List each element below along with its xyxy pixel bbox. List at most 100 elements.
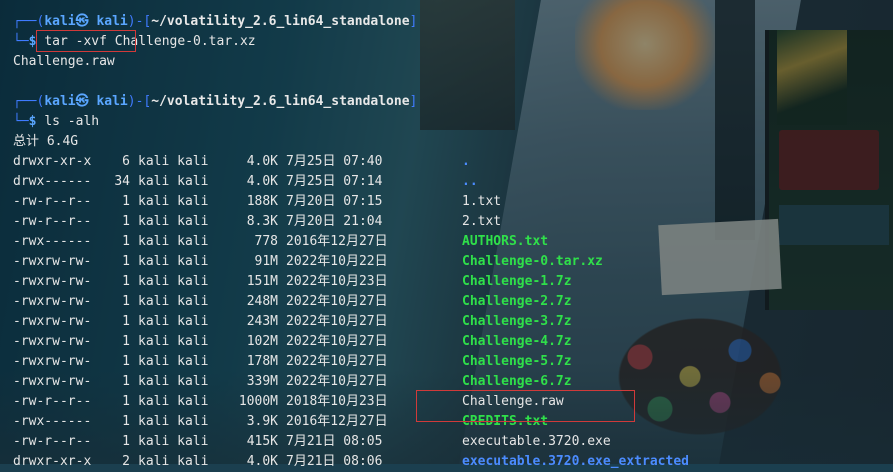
file-name: Challenge-1.7z <box>462 274 572 289</box>
owner-group: kali kali <box>138 454 209 469</box>
file-name: Challenge-3.7z <box>462 314 572 329</box>
prompt-header-2: ┌──(kali㉿ kali)-[~/volatility_2.6_lin64_… <box>13 92 417 112</box>
prompt-frame-mid: )-[ <box>127 94 152 109</box>
file-size: 778 <box>254 234 278 249</box>
file-name: . <box>462 154 470 169</box>
listing-row: -rwxrw-rw- 1 kali kali 102M 2022年10月27日 Chall… <box>13 332 572 352</box>
permissions: -rw-r--r-- <box>13 434 92 449</box>
prompt-path: ~/volatility_2.6_lin64_standalone <box>151 14 410 29</box>
listing-row: drwxr-xr-x 2 kali kali 4.0K 7月21日 08:06 execu… <box>13 452 689 472</box>
link-count: 6 <box>122 154 130 169</box>
owner-group: kali kali <box>138 434 209 449</box>
modified-date: 7月20日 21:04 <box>286 214 383 229</box>
listing-row: -rw-r--r-- 1 kali kali 188K 7月20日 07:15 1.txt <box>13 192 501 212</box>
file-size: 3.9K <box>246 414 278 429</box>
owner-group: kali kali <box>138 174 209 189</box>
link-count: 1 <box>122 234 130 249</box>
owner-group: kali kali <box>138 194 209 209</box>
owner-group: kali kali <box>138 334 209 349</box>
prompt-command-line-2[interactable]: └─$ ls -alh <box>13 112 99 132</box>
listing-row: -rwxrw-rw- 1 kali kali 339M 2022年10月27日 Chall… <box>13 372 572 392</box>
modified-date: 2022年10月27日 <box>286 334 388 349</box>
permissions: drwxr-xr-x <box>13 454 92 469</box>
file-size: 339M <box>246 374 278 389</box>
permissions: -rwxrw-rw- <box>13 254 92 269</box>
listing-row: -rwxrw-rw- 1 kali kali 248M 2022年10月27日 Chall… <box>13 292 572 312</box>
file-name: Challenge-0.tar.xz <box>462 254 603 269</box>
permissions: -rw-r--r-- <box>13 214 92 229</box>
file-size: 4.0K <box>246 174 278 189</box>
file-name: Challenge-2.7z <box>462 294 572 309</box>
modified-date: 7月20日 07:15 <box>286 194 383 209</box>
link-count: 1 <box>122 214 130 229</box>
owner-group: kali kali <box>138 394 209 409</box>
link-count: 1 <box>122 374 130 389</box>
owner-group: kali kali <box>138 154 209 169</box>
link-count: 1 <box>122 194 130 209</box>
file-size: 188K <box>246 194 278 209</box>
file-name: Challenge-4.7z <box>462 334 572 349</box>
file-size: 248M <box>246 294 278 309</box>
modified-date: 7月21日 08:05 <box>286 434 383 449</box>
link-count: 1 <box>122 394 130 409</box>
listing-row: drwxr-xr-x 6 kali kali 4.0K 7月25日 07:40. <box>13 152 470 172</box>
prompt-frame-end: ] <box>409 94 418 109</box>
listing-row: drwx------ 34 kali kali 4.0K 7月25日 07:14.. <box>13 172 478 192</box>
prompt-header-1: ┌──(kali㉿ kali)-[~/volatility_2.6_lin64_… <box>13 12 417 32</box>
owner-group: kali kali <box>138 274 209 289</box>
modified-date: 2022年10月27日 <box>286 354 388 369</box>
link-count: 1 <box>122 294 130 309</box>
prompt-frame-end: ] <box>409 14 418 29</box>
listing-row: -rwxrw-rw- 1 kali kali 91M 2022年10月22日 Challe… <box>13 252 603 272</box>
modified-date: 7月21日 08:06 <box>286 454 383 469</box>
link-count: 1 <box>122 354 130 369</box>
modified-date: 2022年10月27日 <box>286 314 388 329</box>
terminal-window[interactable]: ┌──(kali㉿ kali)-[~/volatility_2.6_lin64_… <box>0 0 893 469</box>
file-name: Challenge-6.7z <box>462 374 572 389</box>
owner-group: kali kali <box>138 214 209 229</box>
modified-date: 2022年10月22日 <box>286 254 388 269</box>
modified-date: 7月25日 07:14 <box>286 174 383 189</box>
file-size: 1000M <box>238 394 278 409</box>
prompt-frame-top: ┌──( <box>13 14 45 29</box>
permissions: -rwxrw-rw- <box>13 334 92 349</box>
command-text: ls -alh <box>44 114 100 129</box>
file-name: executable.3720.exe_extracted <box>462 454 689 469</box>
modified-date: 7月25日 07:40 <box>286 154 383 169</box>
permissions: -rwxrw-rw- <box>13 274 92 289</box>
prompt-frame-top: ┌──( <box>13 94 45 109</box>
link-count: 1 <box>122 414 130 429</box>
permissions: -rwxrw-rw- <box>13 314 92 329</box>
link-count: 1 <box>122 434 130 449</box>
listing-row: -rwxrw-rw- 1 kali kali 151M 2022年10月23日 Chall… <box>13 272 572 292</box>
link-count: 1 <box>122 334 130 349</box>
permissions: -rwxrw-rw- <box>13 294 92 309</box>
highlight-box-command <box>36 30 136 52</box>
file-size: 102M <box>246 334 278 349</box>
file-size: 151M <box>246 274 278 289</box>
permissions: drwxr-xr-x <box>13 154 92 169</box>
listing-row: -rwx------ 1 kali kali 778 2016年12月27日 AUTHOR… <box>13 232 548 252</box>
owner-group: kali kali <box>138 374 209 389</box>
permissions: -rw-r--r-- <box>13 194 92 209</box>
listing-row: -rw-r--r-- 1 kali kali 415K 7月21日 08:05 execu… <box>13 432 611 452</box>
permissions: drwx------ <box>13 174 92 189</box>
link-count: 1 <box>122 254 130 269</box>
listing-row: -rw-r--r-- 1 kali kali 8.3K 7月20日 21:04 2.txt <box>13 212 501 232</box>
command-output-1: Challenge.raw <box>13 54 115 69</box>
link-count: 2 <box>122 454 130 469</box>
modified-date: 2022年10月27日 <box>286 294 388 309</box>
modified-date: 2022年10月27日 <box>286 374 388 389</box>
owner-group: kali kali <box>138 414 209 429</box>
permissions: -rwx------ <box>13 234 92 249</box>
file-size: 4.0K <box>246 154 278 169</box>
file-name: 2.txt <box>462 214 502 229</box>
file-name: Challenge-5.7z <box>462 354 572 369</box>
prompt-dollar: $ <box>28 114 45 129</box>
owner-group: kali kali <box>138 314 209 329</box>
modified-date: 2022年10月23日 <box>286 274 388 289</box>
link-count: 1 <box>122 314 130 329</box>
link-count: 34 <box>114 174 130 189</box>
listing-total: 总计 6.4G <box>13 134 79 149</box>
owner-group: kali kali <box>138 354 209 369</box>
